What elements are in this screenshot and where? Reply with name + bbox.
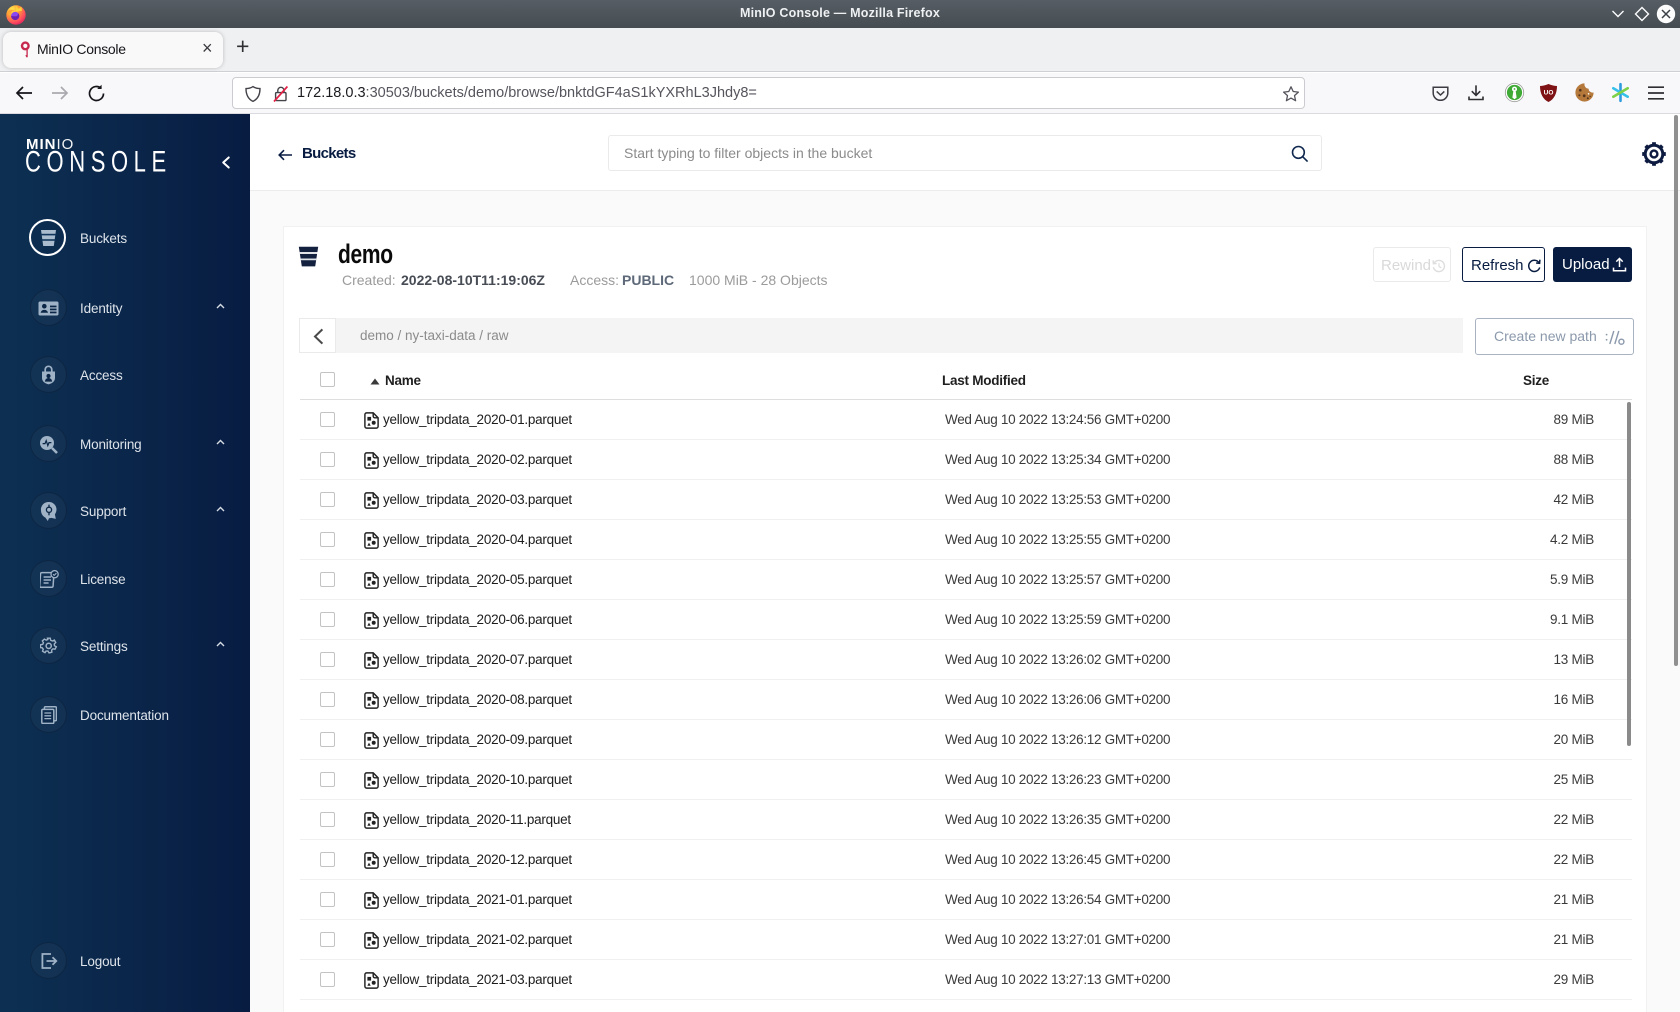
svg-text:UO: UO [1544, 90, 1554, 97]
